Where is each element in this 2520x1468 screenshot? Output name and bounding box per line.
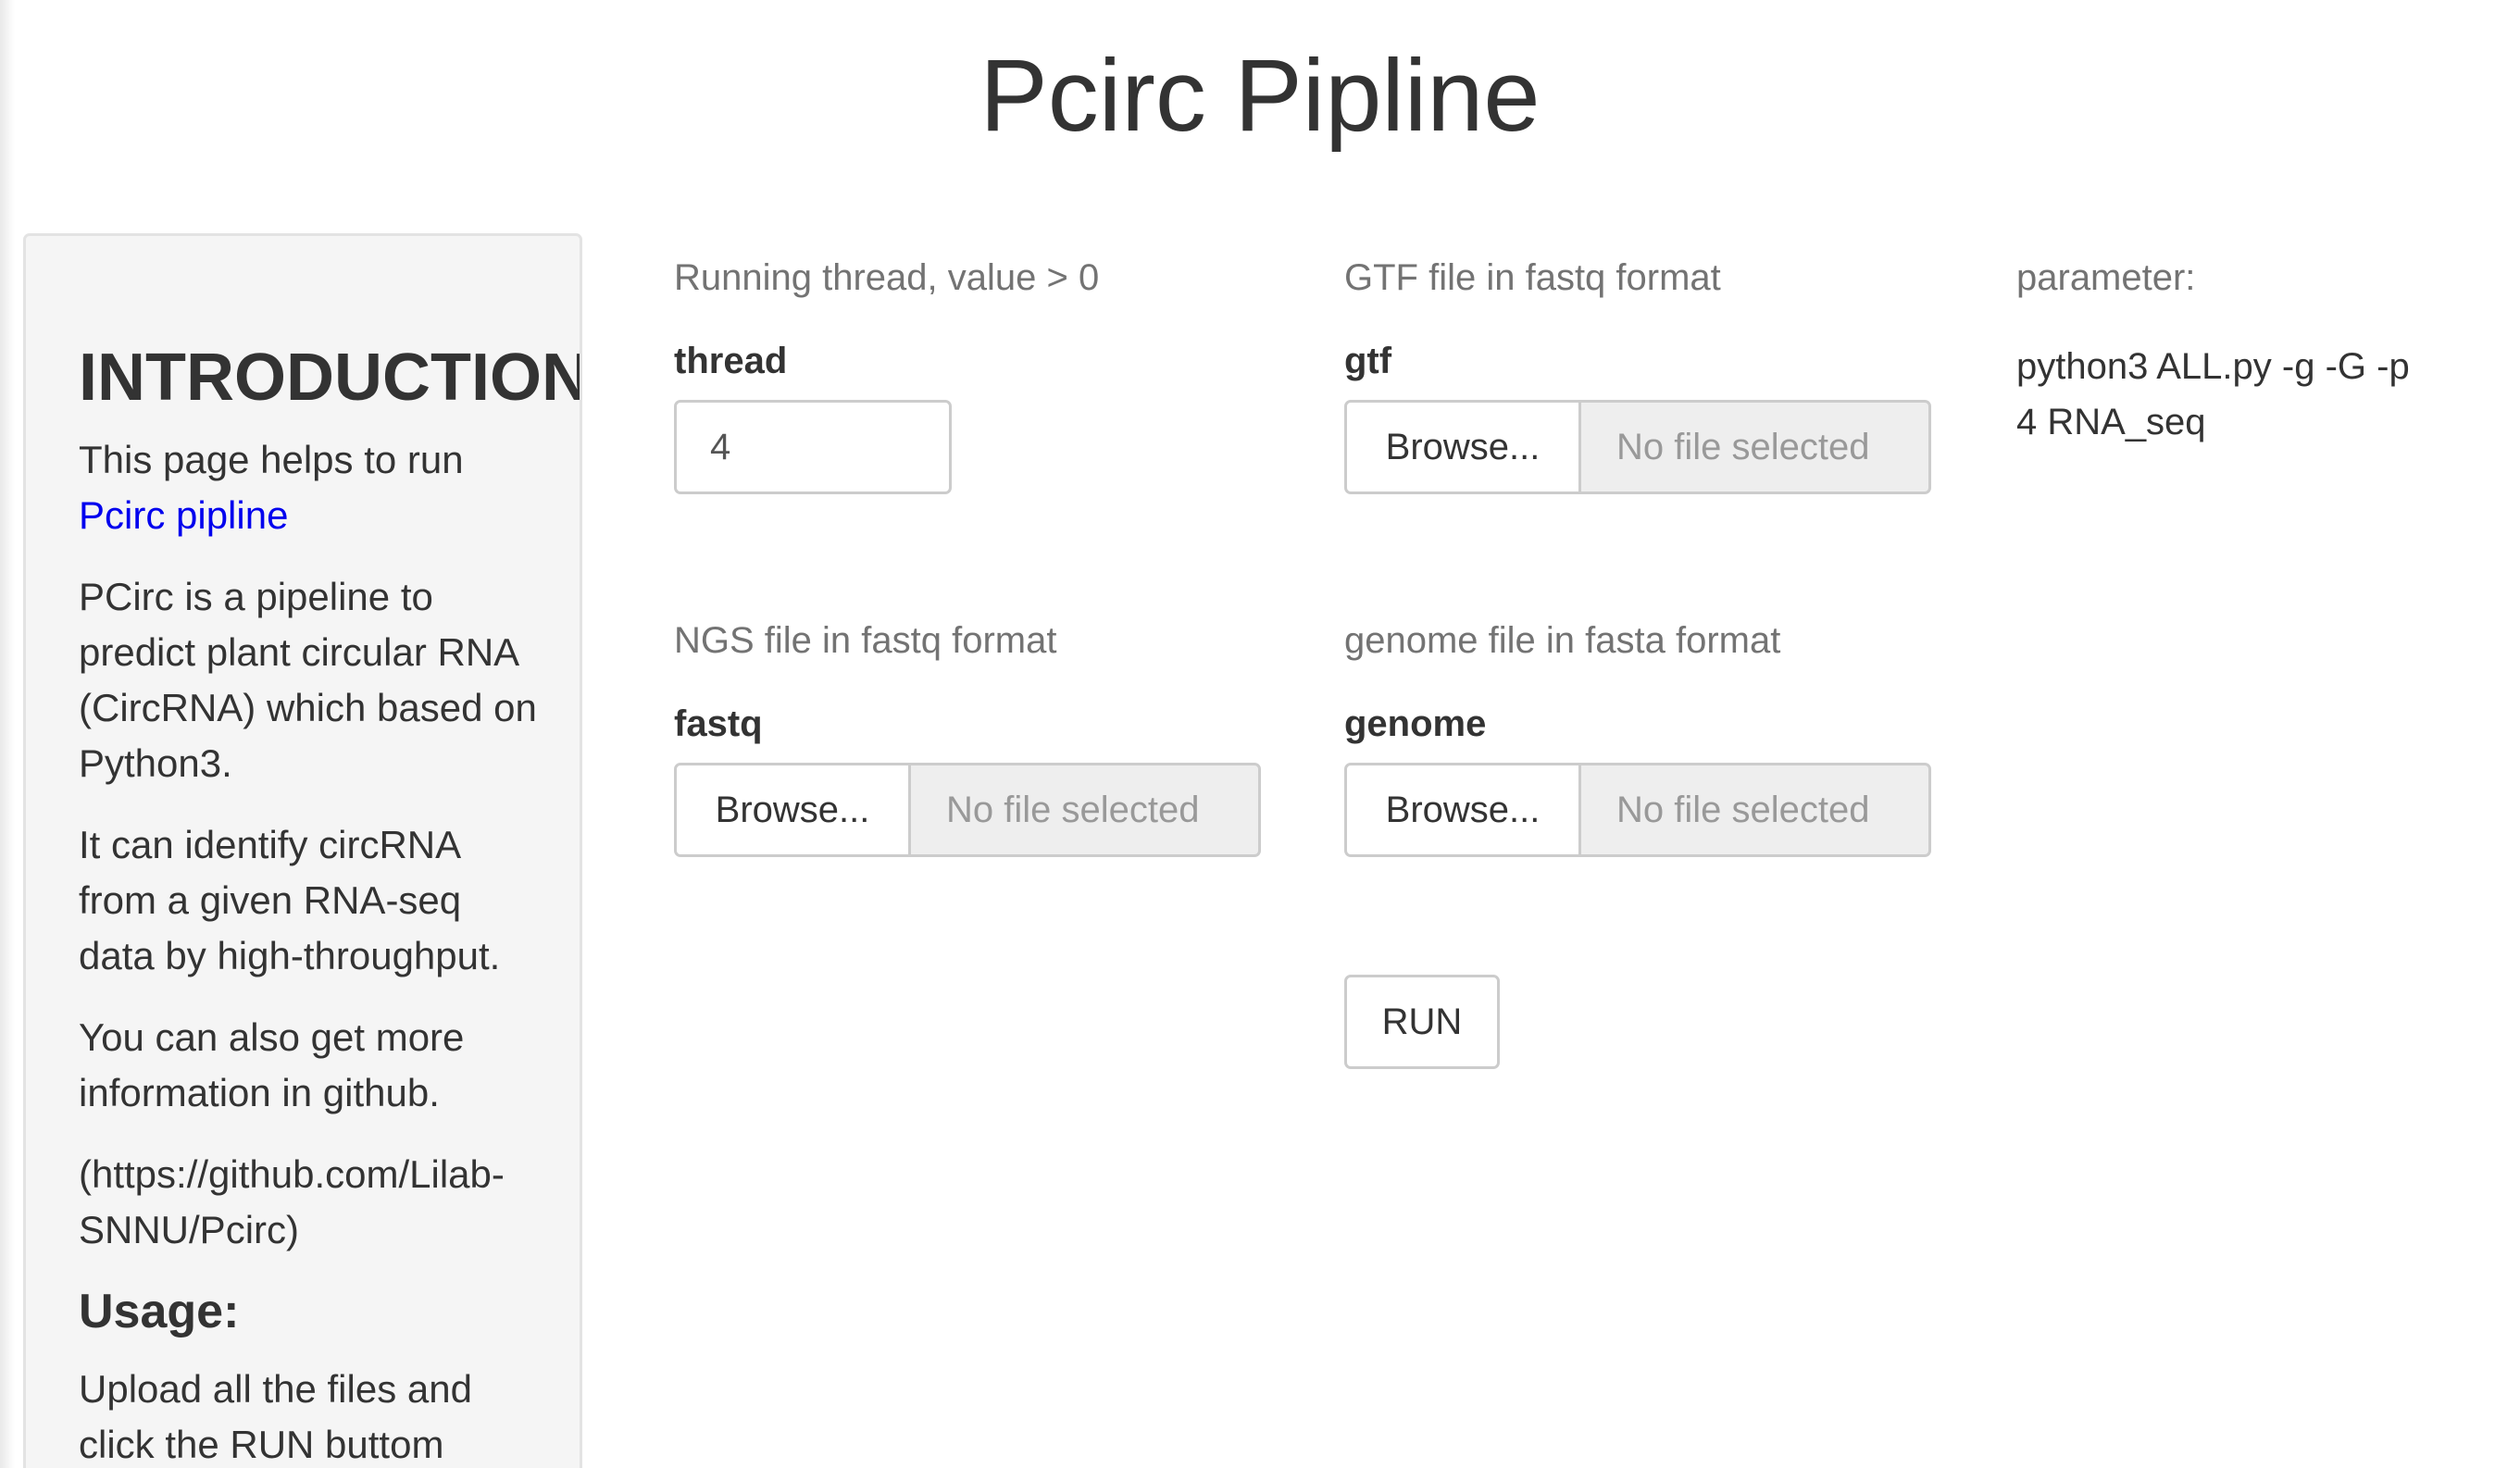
thread-label: thread xyxy=(674,341,788,381)
gtf-file-status: No file selected xyxy=(1581,400,1931,494)
fastq-file-status: No file selected xyxy=(911,763,1261,857)
parameter-label: parameter: xyxy=(2016,257,2196,298)
page-title: Pcirc Pipline xyxy=(979,39,1541,153)
genome-file-status: No file selected xyxy=(1581,763,1931,857)
sidebar-panel: INTRODUCTION This page helps to run Pcir… xyxy=(23,233,582,1468)
fastq-help-text: NGS file in fastq format xyxy=(674,620,1057,661)
intro-paragraph-3: It can identify circRNA from a given RNA… xyxy=(79,823,501,977)
intro-text: This page helps to run xyxy=(79,438,464,481)
fastq-browse-button[interactable]: Browse... xyxy=(674,763,911,857)
intro-paragraph-2: PCirc is a pipeline to predict plant cir… xyxy=(79,575,537,785)
usage-heading: Usage: xyxy=(79,1285,240,1338)
genome-browse-button[interactable]: Browse... xyxy=(1344,763,1581,857)
fastq-field: NGS file in fastq format fastq Browse...… xyxy=(674,618,1261,857)
intro-paragraph-1: This page helps to run Pcirc pipline xyxy=(79,432,542,543)
github-url-text: (https://github.com/Lilab-SNNU/Pcirc) xyxy=(79,1152,505,1251)
gtf-help-text: GTF file in fastq format xyxy=(1344,257,1721,298)
fastq-file-input: Browse... No file selected xyxy=(674,763,1261,857)
genome-file-input: Browse... No file selected xyxy=(1344,763,1931,857)
page: Pcirc Pipline INTRODUCTION This page hel… xyxy=(0,0,2520,1468)
intro-paragraph-4: You can also get more information in git… xyxy=(79,1015,465,1114)
thread-help-text: Running thread, value > 0 xyxy=(674,257,1100,298)
gtf-file-input: Browse... No file selected xyxy=(1344,400,1931,494)
parameter-panel: parameter: python3 ALL.py -g -G -p 4 RNA… xyxy=(2016,255,2414,450)
genome-field: genome file in fasta format genome Brows… xyxy=(1344,618,1931,857)
genome-help-text: genome file in fasta format xyxy=(1344,620,1781,661)
run-button[interactable]: RUN xyxy=(1344,975,1500,1069)
gtf-browse-button[interactable]: Browse... xyxy=(1344,400,1581,494)
fastq-label: fastq xyxy=(674,703,763,744)
gtf-field: GTF file in fastq format gtf Browse... N… xyxy=(1344,255,1931,494)
thread-input[interactable] xyxy=(674,400,952,494)
genome-label: genome xyxy=(1344,703,1487,744)
gtf-label: gtf xyxy=(1344,341,1392,381)
left-edge-shadow xyxy=(0,0,15,1468)
intro-heading: INTRODUCTION xyxy=(79,341,582,415)
pcirc-pipline-link[interactable]: Pcirc pipline xyxy=(79,493,288,537)
thread-field: Running thread, value > 0 thread xyxy=(674,255,1099,494)
parameter-output: python3 ALL.py -g -G -p 4 RNA_seq xyxy=(2016,346,2410,442)
usage-text: Upload all the files and click the RUN b… xyxy=(79,1367,472,1466)
